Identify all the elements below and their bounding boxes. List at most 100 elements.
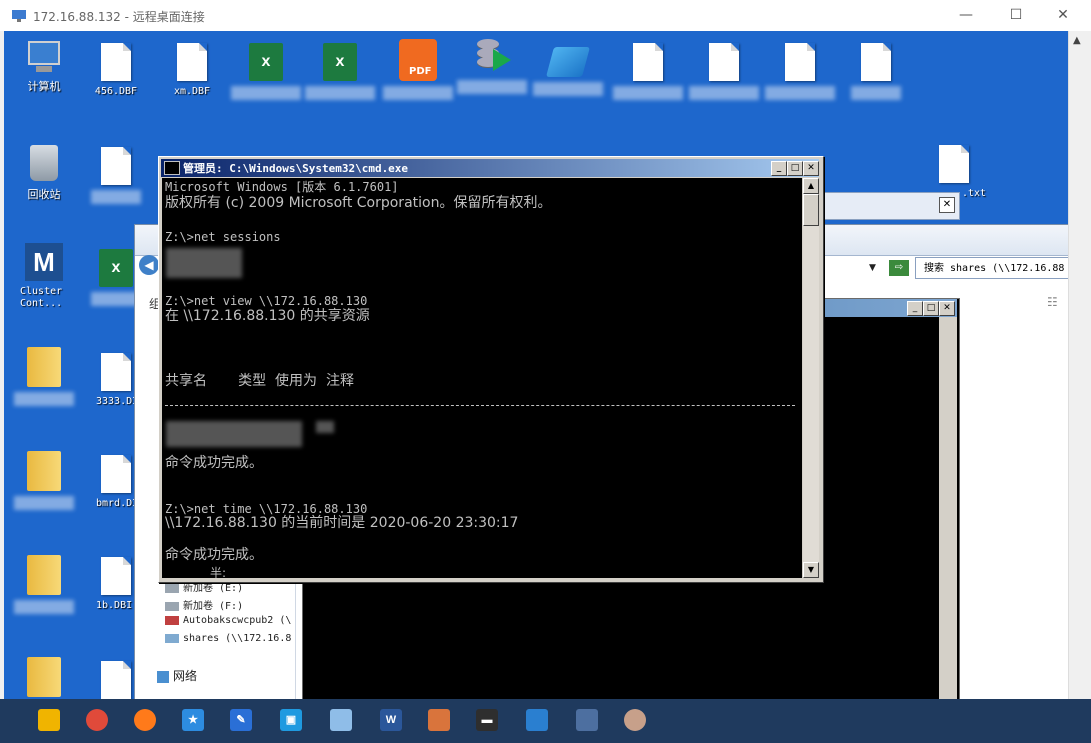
window-app-icon[interactable]: ▣ — [280, 709, 302, 731]
background-dialog[interactable]: ✕ — [820, 192, 960, 220]
recycle-bin-icon — [30, 145, 58, 181]
cmd-header-line: 共享名 类型 使用为 注释 — [165, 373, 354, 389]
folder-icon — [27, 555, 61, 595]
desktop-icon-folder[interactable] — [4, 347, 84, 406]
cmd-title: 管理员: C:\Windows\System32\cmd.exe — [183, 162, 409, 175]
redacted-label — [305, 86, 375, 100]
file-explorer-icon[interactable] — [38, 709, 60, 731]
desktop-icon-label: 计算机 — [27, 80, 61, 93]
address-dropdown-icon[interactable]: ▼ — [869, 263, 876, 273]
desktop-icon-file[interactable] — [760, 43, 840, 100]
scroll-up-icon[interactable]: ▲ — [1073, 35, 1081, 46]
scroll-down-icon[interactable]: ▼ — [803, 562, 819, 578]
nav-item-shares[interactable]: shares (\\172.16.8 — [165, 633, 291, 644]
desktop-icon-folder[interactable] — [4, 657, 84, 697]
scroll-thumb[interactable] — [803, 194, 819, 226]
rdp-titlebar[interactable]: 172.16.88.132 - 远程桌面连接 — ☐ ✕ — [0, 0, 1091, 31]
nav-item-drive-f[interactable]: 新加卷 (F:) — [165, 597, 243, 612]
search-input[interactable]: 搜索 shares (\\172.16.88 — [915, 257, 1068, 279]
file-icon — [101, 43, 131, 81]
remote-desktop[interactable]: 计算机 456.DBF xm.DBF x x PDF 回收站 .txt M Cl… — [4, 31, 1068, 699]
redacted-output — [316, 421, 334, 433]
cmd-separator — [165, 405, 795, 406]
nav-item-label: 新加卷 (F:) — [183, 601, 244, 612]
file-icon — [101, 353, 131, 391]
desktop-icon-file[interactable] — [608, 43, 688, 100]
nav-item-network[interactable]: 网络 — [157, 667, 197, 684]
cmd-window[interactable]: 管理员: C:\Windows\System32\cmd.exe _ □ ✕ M… — [158, 156, 824, 583]
desktop-icon-text-file[interactable]: .txt — [914, 145, 994, 199]
chrome-icon[interactable] — [86, 709, 108, 731]
desktop-icon-xm-dbf[interactable]: xm.DBF — [152, 43, 232, 97]
cmd-scrollbar[interactable]: ▲ ▼ — [803, 178, 819, 578]
cmd-icon — [164, 161, 180, 175]
console-2-scrollbar[interactable] — [939, 317, 957, 699]
cmd-line: 在 \\172.16.88.130 的共享资源 — [165, 308, 370, 324]
desktop-icon-card[interactable] — [528, 41, 608, 96]
desktop-icon-label: Cluster Cont... — [20, 286, 63, 309]
dialog-close-button[interactable]: ✕ — [939, 197, 955, 213]
redacted-label — [457, 80, 527, 94]
terminal-icon[interactable]: ▬ — [476, 709, 498, 731]
taskbar: ★ ✎ ▣ W ▬ — [0, 699, 1091, 743]
cmd-line: 版权所有 (c) 2009 Microsoft Corporation。保留所有… — [165, 195, 552, 211]
desktop-icon-recycle-bin[interactable]: 回收站 — [4, 145, 84, 202]
nav-item-autobak[interactable]: Autobakscwcpub2 (\ — [165, 615, 291, 626]
desktop-icon-computer[interactable]: 计算机 — [4, 41, 84, 94]
desktop-icon-file[interactable] — [684, 43, 764, 100]
remote-desktop-icon[interactable] — [576, 709, 598, 731]
drive-icon — [165, 601, 179, 611]
ime-indicator[interactable]: 中 — [1073, 11, 1087, 31]
close-button[interactable]: ✕ — [803, 161, 819, 176]
redacted-label — [14, 496, 74, 510]
scroll-up-icon[interactable]: ▲ — [803, 178, 819, 194]
system-tray[interactable]: ^ ♠ ◁) ▭ 卫 — [960, 12, 1039, 31]
network-icon — [157, 670, 169, 683]
file-icon — [709, 43, 739, 81]
nav-item-label: 网络 — [173, 669, 198, 683]
user-avatar-icon[interactable] — [624, 709, 646, 731]
desktop-icon-database[interactable] — [452, 39, 532, 94]
cmd-titlebar[interactable]: 管理员: C:\Windows\System32\cmd.exe _ □ ✕ — [161, 159, 819, 177]
paint-app-icon[interactable] — [330, 709, 352, 731]
desktop-icon-file[interactable] — [76, 147, 156, 204]
word-icon[interactable]: W — [380, 709, 402, 731]
desktop-icon-excel-1[interactable]: x — [226, 43, 306, 100]
photos-icon[interactable] — [526, 709, 548, 731]
cmd-line: \\172.16.88.130 的当前时间是 2020-06-20 23:30:… — [165, 515, 519, 531]
redacted-label — [383, 86, 453, 100]
desktop-icon-file[interactable] — [836, 43, 916, 100]
back-arrow-icon[interactable]: ◀ — [139, 255, 159, 275]
redacted-output — [166, 248, 242, 278]
desktop-icon-cluster[interactable]: M Cluster Cont... — [4, 243, 84, 310]
colorful-app-icon[interactable] — [428, 709, 450, 731]
excel-icon: x — [99, 249, 133, 287]
vertical-scrollbar[interactable]: ▲ — [1068, 31, 1091, 699]
close-button[interactable]: ✕ — [939, 301, 955, 316]
desktop-icon-folder[interactable] — [4, 451, 84, 510]
desktop-icon-excel-2[interactable]: x — [300, 43, 380, 100]
cmd-output[interactable]: Microsoft Windows [版本 6.1.7601] 版权所有 (c)… — [162, 178, 802, 578]
file-icon — [101, 557, 131, 595]
view-options-icon[interactable]: ☷ — [1047, 295, 1058, 309]
maximize-button[interactable]: □ — [787, 161, 803, 176]
desktop-icon-456-dbf[interactable]: 456.DBF — [76, 43, 156, 97]
star-app-icon[interactable]: ★ — [182, 709, 204, 731]
maximize-button[interactable]: □ — [923, 301, 939, 316]
cmd-line: 命令成功完成。 — [165, 455, 263, 471]
folder-icon — [27, 347, 61, 387]
database-icon — [477, 39, 511, 75]
minimize-button[interactable]: _ — [771, 161, 787, 176]
go-button[interactable]: ⇨ — [889, 260, 909, 276]
redacted-label — [14, 392, 74, 406]
excel-icon: x — [323, 43, 357, 81]
pen-app-icon[interactable]: ✎ — [230, 709, 252, 731]
nav-item-label: Autobakscwcpub2 (\ — [183, 615, 292, 626]
pdf-icon-glyph: PDF — [409, 66, 432, 77]
desktop-icon-folder[interactable] — [4, 555, 84, 614]
drive-icon — [165, 583, 179, 593]
disconnected-drive-icon — [165, 615, 179, 625]
desktop-icon-pdf[interactable]: PDF — [378, 39, 458, 100]
minimize-button[interactable]: _ — [907, 301, 923, 316]
firefox-icon[interactable] — [134, 709, 156, 731]
